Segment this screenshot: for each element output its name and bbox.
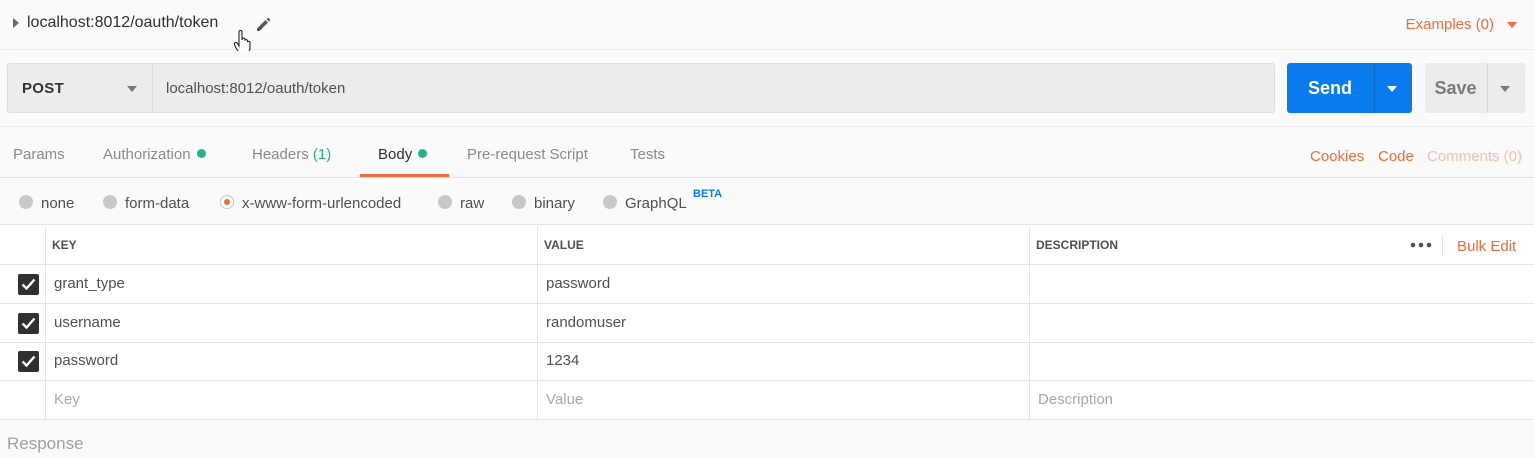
checkmark-icon — [21, 317, 36, 330]
column-header-description: DESCRIPTION — [1036, 238, 1119, 252]
radio-circle-icon — [512, 195, 526, 209]
examples-dropdown[interactable]: Examples (0) — [1406, 16, 1494, 33]
expand-caret-icon[interactable] — [13, 18, 19, 28]
radio-selected-icon — [220, 195, 234, 209]
tab-headers-label: Headers — [252, 146, 313, 163]
body-type-selector: none form-data x-www-form-urlencoded raw… — [0, 179, 1534, 225]
headers-count-badge: (1) — [312, 146, 332, 163]
tab-params-label: Params — [13, 146, 65, 163]
table-row: password 1234 — [0, 342, 1534, 381]
tab-params[interactable]: Params — [13, 146, 65, 163]
active-tab-indicator — [360, 174, 449, 177]
chevron-down-icon — [127, 86, 137, 92]
value-cell[interactable]: 1234 — [546, 352, 579, 369]
column-header-value: VALUE — [544, 238, 584, 252]
row-checkbox[interactable] — [18, 313, 39, 334]
tab-headers[interactable]: Headers (1) — [252, 146, 331, 163]
save-options-caret-icon[interactable] — [1500, 86, 1510, 92]
comments-link[interactable]: Comments (0) — [1427, 148, 1522, 165]
save-divider — [1487, 63, 1488, 113]
divider — [1442, 234, 1443, 256]
bulk-edit-link[interactable]: Bulk Edit — [1457, 238, 1516, 255]
table-row-empty: Key Value Description — [0, 381, 1534, 420]
radio-binary-label: binary — [534, 195, 575, 212]
radio-circle-icon — [103, 195, 117, 209]
row-checkbox[interactable] — [18, 351, 39, 372]
table-row: grant_type password — [0, 265, 1534, 304]
send-button[interactable]: Send — [1287, 63, 1412, 113]
radio-form-data[interactable]: form-data — [103, 195, 189, 212]
save-button[interactable]: Save — [1425, 63, 1525, 113]
row-checkbox[interactable] — [18, 274, 39, 295]
checkmark-icon — [21, 278, 36, 291]
save-button-label: Save — [1434, 78, 1477, 98]
method-select[interactable]: POST — [7, 63, 153, 113]
value-cell[interactable]: password — [546, 275, 610, 292]
radio-none[interactable]: none — [19, 195, 74, 212]
radio-binary[interactable]: binary — [512, 195, 575, 212]
description-placeholder-input[interactable]: Description — [1038, 391, 1113, 408]
code-link[interactable]: Code — [1378, 148, 1414, 165]
key-cell[interactable]: username — [54, 314, 121, 331]
tab-body-label: Body — [378, 146, 413, 163]
tab-tests-label: Tests — [630, 146, 666, 163]
cookies-link[interactable]: Cookies — [1310, 148, 1364, 165]
request-title-bar: localhost:8012/oauth/token Examples (0) — [0, 0, 1534, 55]
pencil-edit-icon[interactable] — [254, 15, 272, 33]
value-cell[interactable]: randomuser — [546, 314, 626, 331]
key-cell[interactable]: grant_type — [54, 275, 125, 292]
status-dot-icon — [418, 149, 428, 158]
beta-badge: BETA — [693, 188, 723, 200]
tab-pre-request-script[interactable]: Pre-request Script — [467, 146, 588, 163]
value-placeholder-input[interactable]: Value — [546, 391, 583, 408]
radio-raw[interactable]: raw — [438, 195, 484, 212]
radio-circle-icon — [438, 195, 452, 209]
radio-circle-icon — [19, 195, 33, 209]
tab-authorization[interactable]: Authorization — [103, 146, 206, 163]
radio-none-label: none — [41, 195, 75, 212]
radio-graphql[interactable]: GraphQL — [603, 195, 687, 212]
status-dot-icon — [196, 149, 206, 158]
table-row: username randomuser — [0, 304, 1534, 343]
more-options-icon[interactable] — [1410, 242, 1432, 248]
key-cell[interactable]: password — [54, 352, 118, 369]
column-header-key: KEY — [52, 238, 77, 252]
send-divider — [1374, 63, 1375, 113]
radio-x-www-form-urlencoded-label: x-www-form-urlencoded — [242, 195, 402, 212]
table-header: KEY VALUE DESCRIPTION Bulk Edit — [0, 226, 1534, 265]
url-bar: POST localhost:8012/oauth/token Send Sav… — [0, 51, 1534, 127]
tab-body[interactable]: Body — [378, 146, 428, 163]
tab-pre-request-script-label: Pre-request Script — [467, 146, 588, 163]
radio-x-www-form-urlencoded[interactable]: x-www-form-urlencoded — [220, 195, 401, 212]
tab-authorization-label: Authorization — [103, 146, 191, 163]
radio-circle-icon — [603, 195, 617, 209]
response-section-title: Response — [7, 434, 84, 453]
send-button-label: Send — [1307, 78, 1352, 98]
radio-graphql-label: GraphQL — [625, 195, 687, 212]
request-tabs: Params Authorization Headers (1) Body Pr… — [0, 128, 1534, 178]
request-name[interactable]: localhost:8012/oauth/token — [27, 14, 218, 32]
send-options-caret-icon[interactable] — [1387, 86, 1397, 92]
key-placeholder-input[interactable]: Key — [54, 391, 80, 408]
checkmark-icon — [21, 355, 36, 368]
radio-raw-label: raw — [460, 195, 485, 212]
method-label: POST — [22, 80, 65, 97]
examples-caret-icon[interactable] — [1507, 22, 1517, 28]
url-input[interactable]: localhost:8012/oauth/token — [152, 63, 1275, 113]
radio-form-data-label: form-data — [125, 195, 190, 212]
url-text: localhost:8012/oauth/token — [166, 80, 346, 97]
params-table: KEY VALUE DESCRIPTION Bulk Edit grant_ty… — [0, 226, 1534, 420]
tab-tests[interactable]: Tests — [630, 146, 665, 163]
